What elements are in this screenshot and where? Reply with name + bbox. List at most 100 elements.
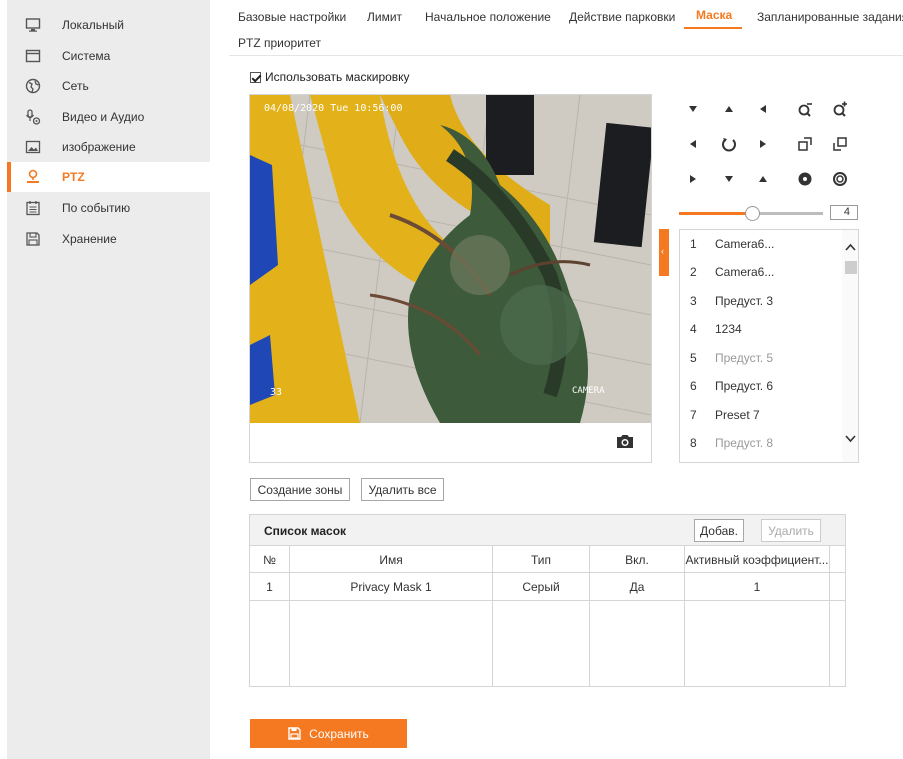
preset-list: 1 Camera6... 2 Camera6... 3 Предуст. 3 4 123… [679, 229, 859, 463]
arrow-right-icon [760, 140, 766, 148]
sidebar: Локальный Система Сеть Видео и Аудио изо… [7, 0, 210, 759]
preset-name: 1234 [715, 322, 742, 336]
sidebar-item-event[interactable]: По событию [7, 193, 210, 223]
column-header-active-ratio: Активный коэффициент... [685, 553, 829, 567]
sidebar-item-system[interactable]: Система [7, 41, 210, 71]
live-view-panel: 04/08/2020 Tue 10:56:00 CAMERA 33 [249, 94, 652, 463]
arrow-left-icon [690, 140, 696, 148]
video-overlay-number: 33 [270, 387, 283, 398]
add-mask-button[interactable]: Добав. [694, 519, 744, 542]
ptz-right-up-button[interactable] [752, 98, 774, 120]
tab-privacy-mask[interactable]: Маска [696, 8, 732, 22]
preset-item[interactable]: 5 Предуст. 5 [680, 344, 842, 372]
tab-scheduled-tasks[interactable]: Запланированные задания [757, 10, 903, 24]
camera-snapshot-icon[interactable] [616, 433, 634, 449]
enable-mask-checkbox[interactable] [250, 71, 261, 83]
sidebar-item-label: Сеть [62, 79, 89, 93]
arrow-down-icon [725, 176, 733, 182]
calendar-icon [26, 201, 40, 216]
preset-name: Camera6... [715, 237, 775, 251]
ptz-left-down-button[interactable] [682, 168, 704, 190]
tab-limit[interactable]: Лимит [367, 10, 402, 24]
scrollbar-thumb[interactable] [845, 261, 857, 274]
sidebar-item-storage[interactable]: Хранение [7, 224, 210, 254]
save-button[interactable]: Сохранить [250, 719, 407, 748]
tabs-divider [229, 55, 903, 56]
save-button-label: Сохранить [309, 726, 369, 741]
preset-number: 7 [690, 408, 697, 422]
preset-name: Camera6... [715, 265, 775, 279]
active-tab-indicator [684, 27, 742, 29]
cell-enabled: Да [629, 580, 645, 594]
delete-mask-button[interactable]: Удалить [761, 519, 821, 542]
ptz-icon [27, 169, 39, 183]
ptz-left-button[interactable] [682, 133, 704, 155]
preset-item[interactable]: 7 Preset 7 [680, 401, 842, 429]
refresh-icon [722, 138, 736, 152]
zoom-out-button[interactable] [794, 98, 816, 120]
cell-name: Privacy Mask 1 [350, 580, 432, 594]
preset-item[interactable]: 4 1234 [680, 315, 842, 343]
table-border [829, 545, 830, 687]
focus-far-button[interactable] [829, 133, 851, 155]
window-icon [25, 49, 41, 63]
ptz-auto-button[interactable] [718, 133, 740, 155]
zoom-in-button[interactable] [829, 98, 851, 120]
ptz-speed-slider-thumb[interactable] [745, 206, 760, 221]
preset-name: Предуст. 3 [715, 294, 774, 308]
ptz-speed-value: 4 [830, 205, 858, 220]
preset-number: 8 [690, 436, 697, 450]
sidebar-item-network[interactable]: Сеть [7, 71, 210, 101]
ptz-left-up-button[interactable] [682, 98, 704, 120]
ptz-speed-slider-fill [679, 212, 752, 215]
iris-close-icon [798, 172, 812, 186]
mask-list-panel: Список масок Добав. Удалить № Имя Тип Вк… [249, 514, 846, 687]
sidebar-item-label: изображение [62, 140, 136, 154]
focus-near-button[interactable] [794, 133, 816, 155]
preset-list-scrollbar[interactable] [842, 230, 858, 462]
preset-name: Предуст. 6 [715, 379, 774, 393]
iris-open-button[interactable] [829, 168, 851, 190]
cell-number: 1 [266, 580, 273, 594]
preset-item[interactable]: 3 Предуст. 3 [680, 287, 842, 315]
sidebar-item-image[interactable]: изображение [7, 132, 210, 162]
preset-item[interactable]: 2 Camera6... [680, 258, 842, 286]
preset-number: 3 [690, 294, 697, 308]
ptz-right-down-button[interactable] [752, 168, 774, 190]
preset-item[interactable]: 1 Camera6... [680, 230, 842, 258]
collapse-panel-button[interactable]: ‹ [659, 229, 669, 276]
live-video[interactable]: 04/08/2020 Tue 10:56:00 CAMERA 33 [250, 95, 651, 423]
sidebar-item-label: По событию [62, 201, 131, 215]
chevron-up-icon[interactable] [844, 241, 857, 254]
ptz-down-button[interactable] [718, 168, 740, 190]
mask-list-title: Список масок [264, 524, 347, 538]
delete-all-button[interactable]: Удалить все [361, 478, 444, 501]
preset-item[interactable]: 8 Предуст. 8 [680, 429, 842, 457]
sidebar-item-label: Хранение [62, 232, 117, 246]
focus-out-icon [833, 137, 847, 151]
preset-number: 1 [690, 237, 697, 251]
ptz-up-button[interactable] [718, 98, 740, 120]
tab-ptz-priority[interactable]: PTZ приоритет [238, 36, 321, 50]
tab-basic-settings[interactable]: Базовые настройки [238, 10, 346, 24]
preset-item[interactable]: 6 Предуст. 6 [680, 372, 842, 400]
iris-close-button[interactable] [794, 168, 816, 190]
mask-list-header: Список масок [250, 515, 845, 545]
chevron-down-icon[interactable] [844, 432, 857, 445]
ptz-right-button[interactable] [752, 133, 774, 155]
sidebar-item-ptz[interactable]: PTZ [7, 162, 210, 192]
create-zone-button[interactable]: Создание зоны [250, 478, 350, 501]
tab-park-action[interactable]: Действие парковки [569, 10, 675, 24]
sidebar-item-video-audio[interactable]: Видео и Аудио [7, 102, 210, 132]
monitor-icon [25, 18, 41, 32]
sidebar-item-local[interactable]: Локальный [7, 10, 210, 40]
sidebar-item-label: Локальный [62, 18, 124, 32]
tab-initial-position[interactable]: Начальное положение [425, 10, 551, 24]
video-frame [250, 95, 651, 423]
sidebar-item-label: Система [62, 49, 111, 63]
globe-icon [25, 78, 41, 94]
preset-name: Preset 7 [715, 408, 760, 422]
enable-mask-checkbox-row[interactable]: Использовать маскировку [250, 70, 410, 84]
preset-name: Предуст. 5 [715, 351, 774, 365]
column-header-enabled: Вкл. [625, 553, 649, 567]
